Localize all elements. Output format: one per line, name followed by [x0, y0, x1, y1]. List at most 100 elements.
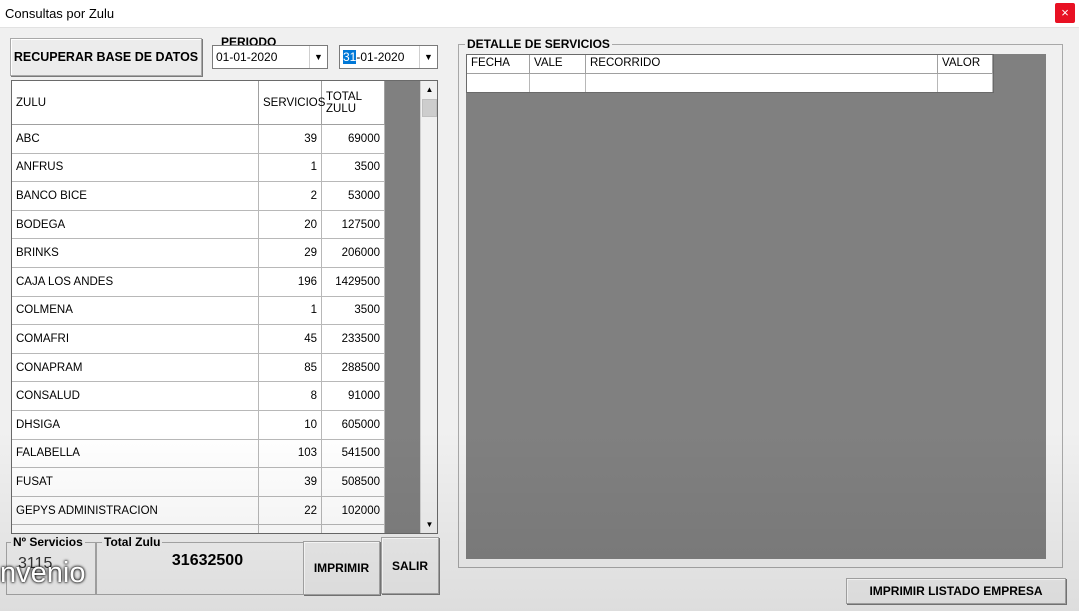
zulu-cell[interactable]: ANFRUS: [12, 153, 259, 183]
table-row[interactable]: CONAPRAM 85 288500: [12, 353, 385, 383]
zulu-cell[interactable]: BANCO BICE: [12, 182, 259, 211]
zulu-cell[interactable]: DHSIGA: [12, 410, 259, 440]
table-row[interactable]: [12, 525, 385, 533]
table-row[interactable]: GEPYS ADMINISTRACION 22 102000: [12, 496, 385, 526]
zulu-cell[interactable]: CONAPRAM: [12, 353, 259, 383]
fecha-hasta-picker[interactable]: 31-01-2020 ▼: [339, 45, 438, 69]
zulu-cell[interactable]: BODEGA: [12, 210, 259, 240]
window-title: Consultas por Zulu: [5, 6, 115, 21]
salir-button[interactable]: SALIR: [381, 537, 439, 594]
servicios-cell[interactable]: 20: [259, 210, 322, 240]
column-header-total-zulu[interactable]: TOTAL ZULU: [322, 81, 385, 125]
fecha-hasta-rest: -01-2020: [356, 50, 405, 64]
scroll-thumb[interactable]: [422, 99, 437, 117]
title-bar: Consultas por Zulu ×: [0, 0, 1079, 28]
servicios-cell[interactable]: 39: [259, 125, 322, 154]
imprimir-listado-empresa-button[interactable]: IMPRIMIR LISTADO EMPRESA: [846, 578, 1066, 604]
zulu-cell[interactable]: [12, 525, 259, 533]
table-row[interactable]: ANFRUS 1 3500: [12, 153, 385, 183]
scroll-up-icon[interactable]: ▲: [421, 81, 437, 98]
detalle-grid[interactable]: FECHA VALE RECORRIDO VALOR: [466, 54, 1046, 559]
zulu-cell[interactable]: CONSALUD: [12, 382, 259, 411]
table-cell[interactable]: [467, 74, 530, 92]
total-zulu-cell[interactable]: 288500: [322, 353, 385, 383]
servicios-cell[interactable]: 22: [259, 496, 322, 526]
total-zulu-cell[interactable]: 127500: [322, 210, 385, 240]
total-zulu-cell[interactable]: 53000: [322, 182, 385, 211]
column-header-fecha[interactable]: FECHA: [467, 55, 530, 74]
table-row[interactable]: BODEGA 20 127500: [12, 210, 385, 240]
zulu-cell[interactable]: ABC: [12, 125, 259, 154]
table-row[interactable]: ABC 39 69000: [12, 125, 385, 154]
servicios-cell[interactable]: 1: [259, 153, 322, 183]
total-zulu-value: 31632500: [171, 552, 244, 569]
total-zulu-cell[interactable]: 91000: [322, 382, 385, 411]
video-caption: nvenio: [0, 557, 86, 589]
servicios-cell[interactable]: [259, 525, 322, 533]
total-zulu-cell[interactable]: 102000: [322, 496, 385, 526]
scroll-down-icon[interactable]: ▼: [421, 516, 437, 533]
table-row[interactable]: DHSIGA 10 605000: [12, 410, 385, 440]
servicios-cell[interactable]: 2: [259, 182, 322, 211]
fecha-desde-value: 01-01-2020: [216, 50, 278, 64]
zulu-cell[interactable]: CAJA LOS ANDES: [12, 267, 259, 297]
table-row[interactable]: COLMENA 1 3500: [12, 296, 385, 326]
column-header-vale[interactable]: VALE: [530, 55, 586, 74]
column-header-recorrido[interactable]: RECORRIDO: [586, 55, 938, 74]
column-header-valor[interactable]: VALOR: [938, 55, 993, 74]
table-cell[interactable]: [530, 74, 586, 92]
servicios-cell[interactable]: 196: [259, 267, 322, 297]
table-row[interactable]: FUSAT 39 508500: [12, 468, 385, 497]
total-zulu-cell[interactable]: 508500: [322, 468, 385, 497]
total-zulu-cell[interactable]: [322, 525, 385, 533]
zulu-cell[interactable]: COLMENA: [12, 296, 259, 326]
table-cell[interactable]: [586, 74, 938, 92]
total-zulu-cell[interactable]: 541500: [322, 439, 385, 469]
table-row[interactable]: BANCO BICE 2 53000: [12, 182, 385, 211]
table-row[interactable]: FALABELLA 103 541500: [12, 439, 385, 469]
column-header-servicios[interactable]: SERVICIOS: [259, 81, 325, 125]
table-row[interactable]: CONSALUD 8 91000: [12, 382, 385, 411]
servicios-cell[interactable]: 39: [259, 468, 322, 497]
servicios-cell[interactable]: 10: [259, 410, 322, 440]
fecha-hasta-value: 31-01-2020: [343, 50, 404, 64]
total-zulu-cell[interactable]: 69000: [322, 125, 385, 154]
servicios-cell[interactable]: 29: [259, 239, 322, 268]
fecha-desde-picker[interactable]: 01-01-2020 ▼: [212, 45, 328, 69]
total-zulu-cell[interactable]: 1429500: [322, 267, 385, 297]
table-row[interactable]: COMAFRI 45 233500: [12, 325, 385, 354]
imprimir-button[interactable]: IMPRIMIR: [303, 541, 380, 595]
zulu-grid-header: ZULU SERVICIOS TOTAL ZULU: [12, 81, 385, 125]
chevron-down-icon[interactable]: ▼: [309, 46, 327, 68]
zulu-cell[interactable]: FUSAT: [12, 468, 259, 497]
zulu-cell[interactable]: GEPYS ADMINISTRACION: [12, 496, 259, 526]
detalle-empty-row[interactable]: [466, 74, 994, 93]
fecha-hasta-day: 31: [343, 50, 357, 64]
close-button[interactable]: ×: [1055, 3, 1075, 23]
servicios-cell[interactable]: 85: [259, 353, 322, 383]
total-zulu-cell[interactable]: 3500: [322, 153, 385, 183]
zulu-cell[interactable]: COMAFRI: [12, 325, 259, 354]
table-cell[interactable]: [938, 74, 993, 92]
total-zulu-label: Total Zulu: [102, 535, 163, 549]
zulu-grid[interactable]: ZULU SERVICIOS TOTAL ZULU ABC 39 69000 ANFR…: [11, 80, 438, 534]
servicios-cell[interactable]: 8: [259, 382, 322, 411]
total-zulu-cell[interactable]: 605000: [322, 410, 385, 440]
column-header-zulu[interactable]: ZULU: [12, 81, 259, 125]
vertical-scrollbar[interactable]: ▲ ▼: [420, 81, 437, 533]
total-zulu-cell[interactable]: 206000: [322, 239, 385, 268]
table-row[interactable]: BRINKS 29 206000: [12, 239, 385, 268]
chevron-down-icon[interactable]: ▼: [419, 46, 437, 68]
servicios-cell[interactable]: 45: [259, 325, 322, 354]
zulu-cell[interactable]: FALABELLA: [12, 439, 259, 469]
table-row[interactable]: CAJA LOS ANDES 196 1429500: [12, 267, 385, 297]
servicios-cell[interactable]: 1: [259, 296, 322, 326]
total-zulu-cell[interactable]: 233500: [322, 325, 385, 354]
recuperar-base-button[interactable]: RECUPERAR BASE DE DATOS: [10, 38, 202, 76]
zulu-cell[interactable]: BRINKS: [12, 239, 259, 268]
total-zulu-cell[interactable]: 3500: [322, 296, 385, 326]
detalle-grid-header: FECHA VALE RECORRIDO VALOR: [466, 54, 994, 75]
zulu-grid-body: ABC 39 69000 ANFRUS 1 3500 BANCO BICE 2 53000 BOD…: [12, 125, 385, 533]
servicios-cell[interactable]: 103: [259, 439, 322, 469]
detalle-label: DETALLE DE SERVICIOS: [465, 37, 612, 51]
